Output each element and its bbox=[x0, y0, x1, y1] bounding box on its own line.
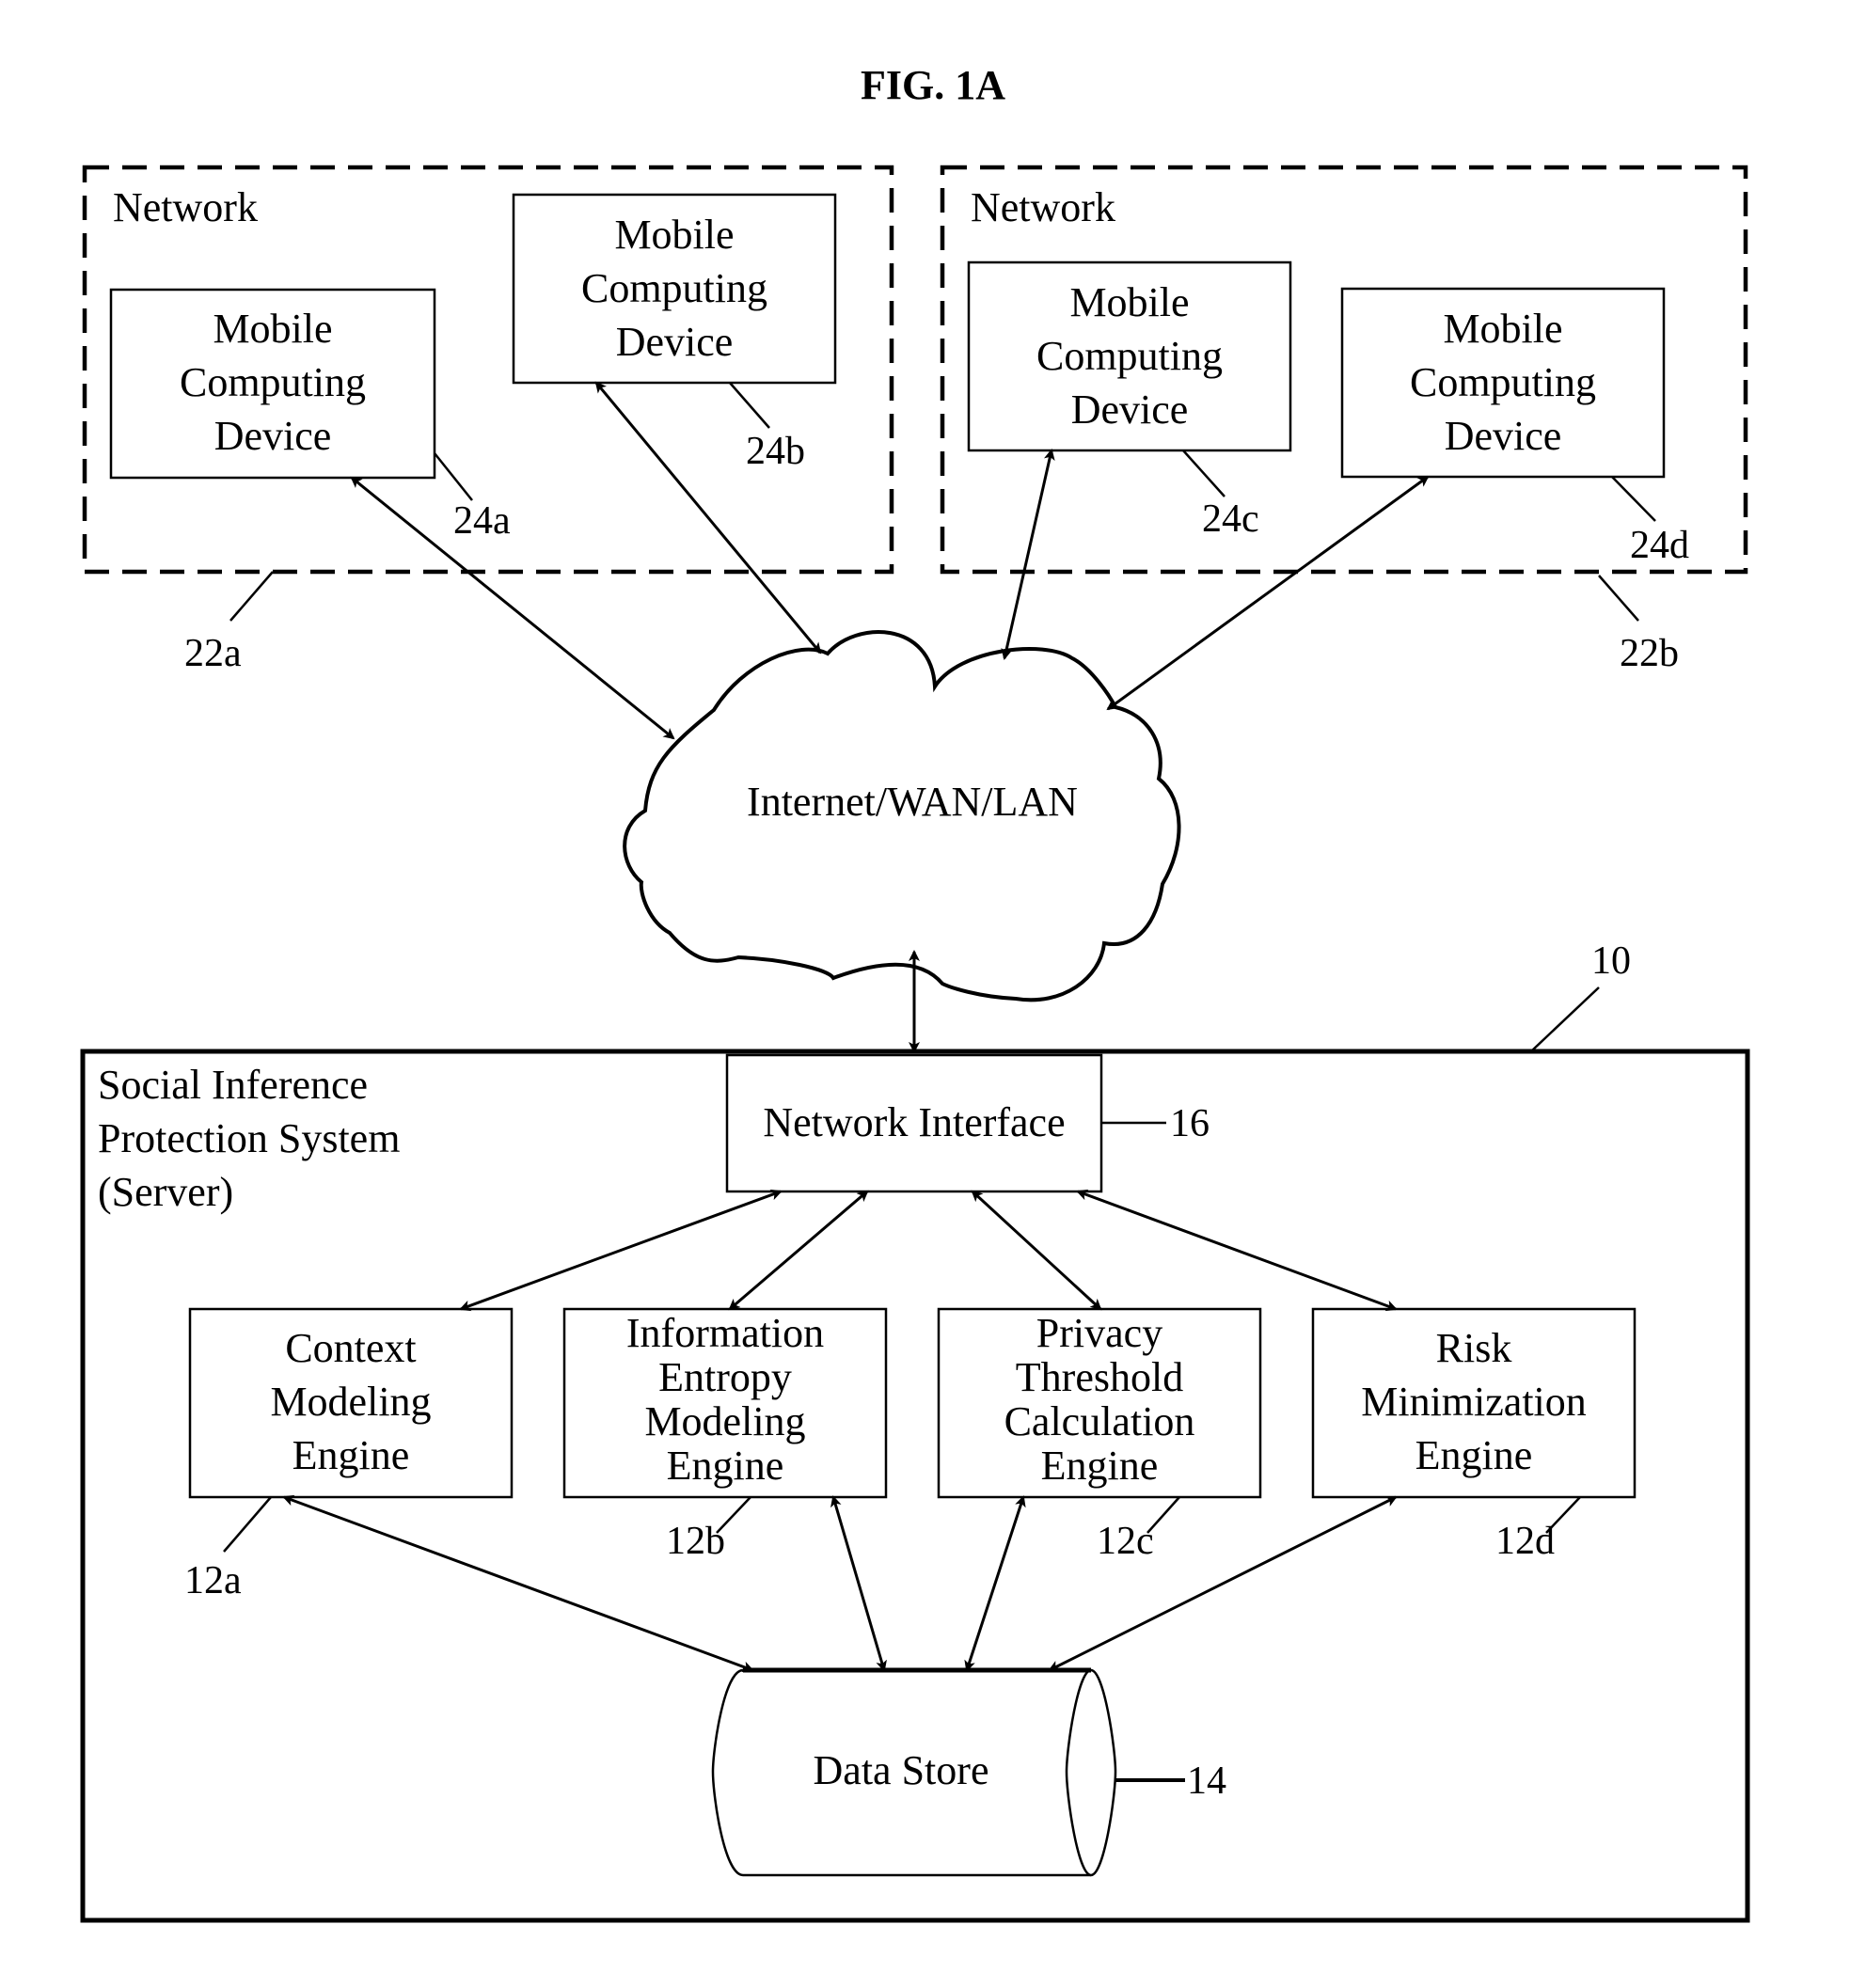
connection-arrow bbox=[728, 1190, 869, 1311]
ref-label-22b: 22b bbox=[1620, 632, 1679, 675]
device-label-line: Mobile bbox=[1069, 279, 1189, 325]
internet-cloud: Internet/WAN/LAN bbox=[623, 630, 1181, 1002]
server-title-line: Protection System bbox=[98, 1115, 400, 1161]
connection-arrow bbox=[1106, 475, 1430, 711]
ref-label-22a: 22a bbox=[184, 632, 242, 675]
engine-label-line: Context bbox=[285, 1325, 416, 1371]
data-store-14: Data Store bbox=[711, 1667, 1117, 1877]
mobile-device-24b: Mobile Computing Device bbox=[512, 193, 837, 385]
ref-label-24c: 24c bbox=[1202, 497, 1259, 541]
connection-arrow bbox=[964, 1495, 1026, 1672]
device-label-line: Device bbox=[1445, 413, 1562, 459]
server-system-10: Social Inference Protection System (Serv… bbox=[80, 939, 1750, 1923]
ref-leader-line bbox=[1598, 575, 1639, 622]
ref-label-10: 10 bbox=[1591, 939, 1631, 983]
device-label-line: Device bbox=[616, 319, 734, 365]
ref-leader-line bbox=[1530, 986, 1600, 1052]
device-label-line: Device bbox=[214, 413, 332, 459]
engine-label-line: Engine bbox=[293, 1432, 410, 1478]
device-label-line: Mobile bbox=[213, 306, 332, 352]
engine-label-line: Information bbox=[626, 1310, 824, 1356]
cloud-label: Internet/WAN/LAN bbox=[747, 779, 1078, 825]
connection-arrow bbox=[350, 476, 675, 740]
figure-title: FIG. 1A bbox=[861, 62, 1005, 108]
mobile-device-24a: Mobile Computing Device bbox=[109, 288, 436, 480]
engine-label-line: Threshold bbox=[1016, 1354, 1183, 1400]
engine-12c: Privacy Threshold Calculation Engine bbox=[937, 1307, 1262, 1499]
engine-12d: Risk Minimization Engine bbox=[1311, 1307, 1637, 1499]
engine-label-line: Engine bbox=[667, 1443, 784, 1489]
engine-label-line: Calculation bbox=[1004, 1398, 1195, 1444]
engine-label-line: Risk bbox=[1436, 1325, 1512, 1371]
ref-label-24d: 24d bbox=[1630, 524, 1689, 567]
device-label-line: Computing bbox=[581, 265, 767, 311]
engine-label-line: Engine bbox=[1415, 1432, 1533, 1478]
ref-label-12c: 12c bbox=[1097, 1520, 1154, 1563]
connection-arrow bbox=[459, 1189, 783, 1312]
device-label-line: Computing bbox=[180, 359, 366, 405]
ref-leader-line bbox=[1611, 476, 1656, 522]
ref-leader-line bbox=[434, 452, 473, 501]
device-label-line: Device bbox=[1071, 387, 1189, 433]
mobile-device-24d: Mobile Computing Device bbox=[1340, 287, 1666, 479]
network-group-22a: Network Mobile Computing Device 24a Mobi… bbox=[82, 165, 894, 675]
connection-arrow bbox=[1076, 1189, 1398, 1312]
device-label-line: Computing bbox=[1036, 333, 1223, 379]
engine-12b: Information Entropy Modeling Engine bbox=[562, 1307, 888, 1499]
engine-label-line: Privacy bbox=[1036, 1310, 1162, 1356]
engine-label-line: Entropy bbox=[658, 1354, 792, 1400]
network-interface-label: Network Interface bbox=[763, 1099, 1065, 1145]
connection-arrow bbox=[971, 1190, 1102, 1311]
engine-12a: Context Modeling Engine bbox=[188, 1307, 514, 1499]
device-label-line: Computing bbox=[1410, 359, 1596, 405]
server-title-line: (Server) bbox=[98, 1169, 233, 1215]
data-store-label: Data Store bbox=[814, 1747, 989, 1793]
ref-label-12d: 12d bbox=[1495, 1520, 1555, 1563]
device-label-line: Mobile bbox=[614, 212, 734, 258]
ref-label-12a: 12a bbox=[184, 1559, 242, 1602]
ref-label-14: 14 bbox=[1187, 1759, 1226, 1803]
connection-arrow bbox=[594, 381, 822, 655]
device-label-line: Mobile bbox=[1443, 306, 1562, 352]
ref-label-16: 16 bbox=[1170, 1102, 1210, 1145]
server-title-line: Social Inference bbox=[98, 1062, 368, 1108]
ref-leader-line bbox=[729, 382, 770, 429]
network-interface-16: Network Interface bbox=[725, 1053, 1103, 1193]
connection-arrow bbox=[830, 1495, 887, 1672]
ref-label-12b: 12b bbox=[666, 1520, 725, 1563]
network-label: Network bbox=[113, 184, 258, 230]
ref-leader-line bbox=[229, 571, 274, 622]
network-group-22b: Network Mobile Computing Device 24c Mobi… bbox=[940, 165, 1748, 675]
network-label: Network bbox=[971, 184, 1115, 230]
ref-leader-line bbox=[223, 1496, 272, 1553]
patent-figure: FIG. 1A Network Mobile Computing Device … bbox=[80, 62, 1750, 1923]
ref-label-24a: 24a bbox=[453, 499, 511, 543]
engine-label-line: Modeling bbox=[644, 1398, 805, 1444]
engine-label-line: Modeling bbox=[270, 1379, 431, 1425]
mobile-device-24c: Mobile Computing Device bbox=[967, 260, 1292, 452]
engine-label-line: Minimization bbox=[1361, 1379, 1587, 1425]
engine-label-line: Engine bbox=[1041, 1443, 1159, 1489]
connection-arrow bbox=[1001, 449, 1055, 660]
ref-label-24b: 24b bbox=[746, 430, 805, 473]
ref-leader-line bbox=[1182, 450, 1226, 497]
